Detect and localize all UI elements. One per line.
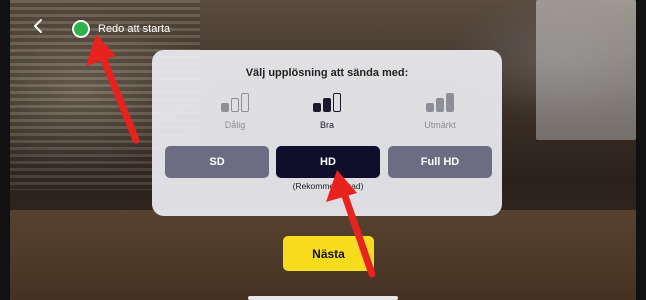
signal-bars-icon <box>426 90 454 112</box>
quality-indicator-good: Bra <box>287 90 367 130</box>
signal-bars-icon <box>313 90 341 112</box>
left-frame-edge <box>0 0 10 300</box>
quality-label: Utmärkt <box>424 120 456 130</box>
background-monitor-image <box>536 0 636 140</box>
quality-indicator-poor: Dålig <box>195 90 275 130</box>
right-frame-edge <box>636 0 646 300</box>
chevron-left-icon[interactable] <box>28 18 48 38</box>
quality-label: Bra <box>319 120 334 130</box>
next-button[interactable]: Nästa <box>283 236 374 271</box>
hd-button[interactable]: HD <box>276 146 380 178</box>
quality-label: Dålig <box>224 120 246 130</box>
recommended-label: (Rekommenderad) <box>292 181 364 191</box>
full-hd-button[interactable]: Full HD <box>388 146 492 178</box>
quality-indicator-excellent: Utmärkt <box>400 90 480 130</box>
resolution-dialog: Välj upplösning att sända med: Dålig Bra… <box>152 50 502 216</box>
dialog-title: Välj upplösning att sända med: <box>245 67 409 79</box>
status-indicator-icon <box>72 20 90 38</box>
camera-preview-screen: Redo att starta Välj upplösning att sänd… <box>0 0 646 300</box>
sd-button[interactable]: SD <box>165 146 269 178</box>
status-text: Redo att starta <box>98 23 171 35</box>
signal-bars-icon <box>221 90 249 112</box>
home-indicator <box>248 296 398 300</box>
connection-status: Redo att starta <box>72 20 170 38</box>
